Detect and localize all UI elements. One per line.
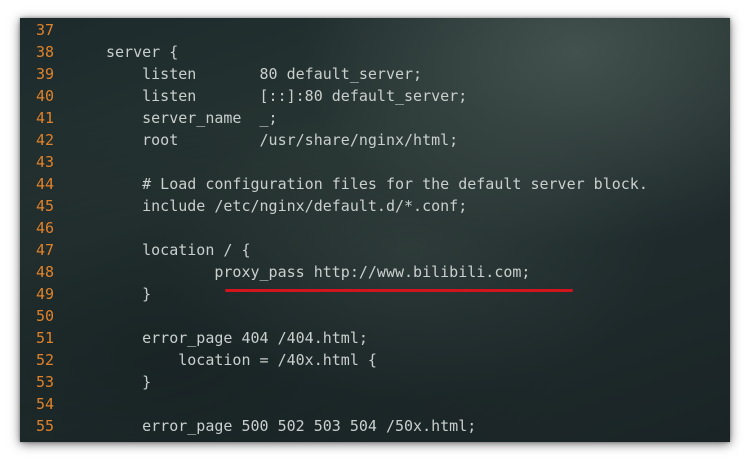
line-number: 40 [36,87,55,105]
code-line[interactable]: 46 [20,217,730,239]
line-text[interactable]: error_page 404 /404.html; [106,327,368,349]
line-number: 54 [36,395,55,413]
line-number: 45 [36,197,55,215]
code-editor[interactable]: 37 38 server { 39 listen 80 default_serve… [20,19,730,437]
code-line[interactable]: 41 server_name _; [20,107,730,129]
code-line[interactable]: 45 include /etc/nginx/default.d/*.conf; [20,195,730,217]
line-number: 55 [36,417,55,435]
line-text[interactable]: root /usr/share/nginx/html; [106,129,458,151]
line-text[interactable]: location = /40x.html { [106,349,377,371]
code-line[interactable]: 49 } [20,283,730,305]
code-line[interactable]: 47 location / { [20,239,730,261]
code-line[interactable]: 40 listen [::]:80 default_server; [20,85,730,107]
line-number: 38 [36,43,55,61]
code-line[interactable]: 39 listen 80 default_server; [20,63,730,85]
line-number: 43 [36,153,55,171]
comment-line-text[interactable]: # Load configuration files for the defau… [106,173,648,195]
line-number: 48 [36,263,55,281]
line-text[interactable]: listen 80 default_server; [106,63,422,85]
line-text[interactable]: listen [::]:80 default_server; [106,85,467,107]
code-line[interactable]: 51 error_page 404 /404.html; [20,327,730,349]
line-text[interactable]: } [106,283,151,305]
line-text[interactable]: location / { [106,239,250,261]
line-number: 39 [36,65,55,83]
line-text[interactable]: error_page 500 502 503 504 /50x.html; [106,415,476,437]
editor-window: 37 38 server { 39 listen 80 default_serve… [20,18,730,442]
line-number: 37 [36,21,55,39]
line-number: 51 [36,329,55,347]
code-line[interactable]: 53 } [20,371,730,393]
line-number: 50 [36,307,55,325]
red-underline-annotation [225,289,573,292]
line-number: 47 [36,241,55,259]
line-number: 52 [36,351,55,369]
line-number: 42 [36,131,55,149]
line-number: 41 [36,109,55,127]
line-number: 53 [36,373,55,391]
code-line[interactable]: 43 [20,151,730,173]
line-number: 44 [36,175,55,193]
code-line[interactable]: 44 # Load configuration files for the de… [20,173,730,195]
line-text[interactable]: server { [106,41,178,63]
code-line[interactable]: 38 server { [20,41,730,63]
line-number: 49 [36,285,55,303]
line-number: 46 [36,219,55,237]
code-line[interactable]: 52 location = /40x.html { [20,349,730,371]
code-line[interactable]: 50 [20,305,730,327]
code-line-highlighted[interactable]: 48 proxy_pass http://www.bilibili.com; [20,261,730,283]
code-line[interactable]: 42 root /usr/share/nginx/html; [20,129,730,151]
line-text[interactable]: } [106,371,151,393]
proxy-pass-line-text[interactable]: proxy_pass http://www.bilibili.com; [106,261,530,283]
line-text[interactable]: server_name _; [106,107,277,129]
code-line[interactable]: 54 [20,393,730,415]
line-text[interactable]: include /etc/nginx/default.d/*.conf; [106,195,467,217]
code-line[interactable]: 37 [20,19,730,41]
code-line[interactable]: 55 error_page 500 502 503 504 /50x.html; [20,415,730,437]
